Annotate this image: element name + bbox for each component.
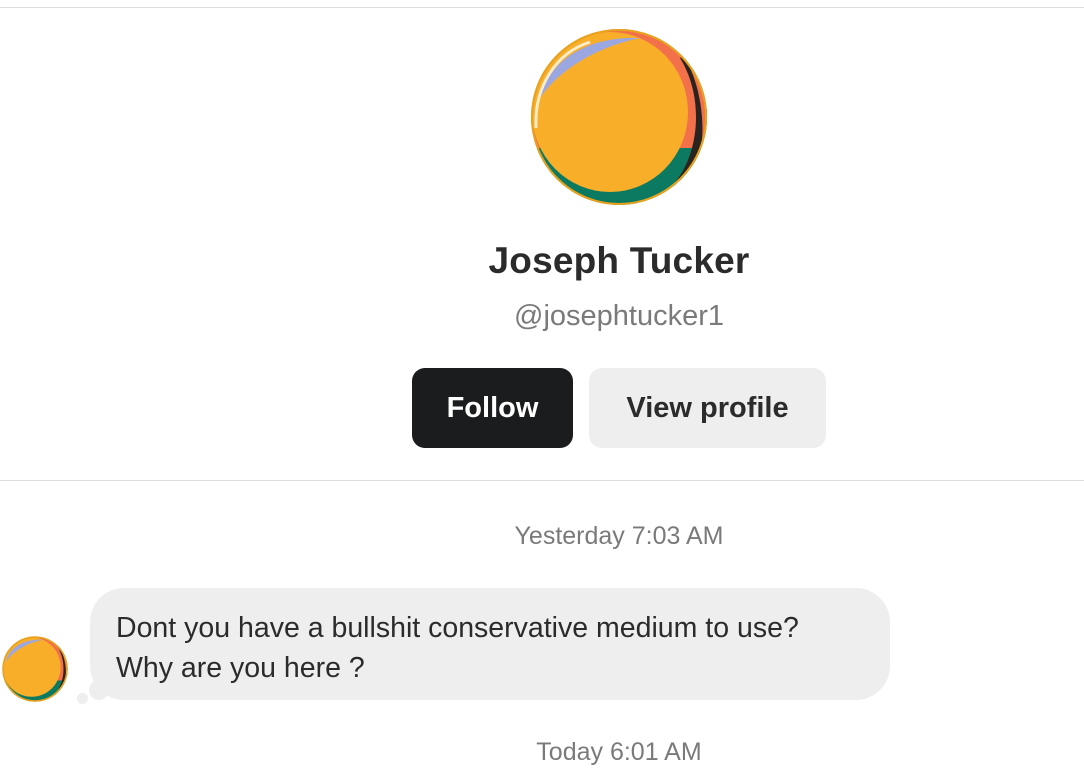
profile-avatar[interactable] xyxy=(530,28,708,206)
top-divider xyxy=(0,7,1084,8)
profile-name: Joseph Tucker xyxy=(488,240,750,281)
bubble-tail-dot xyxy=(77,693,88,704)
view-profile-button[interactable]: View profile xyxy=(589,368,826,448)
bubble-tail xyxy=(89,680,109,700)
message-bubble[interactable]: Dont you have a bullshit conservative me… xyxy=(90,588,890,700)
follow-button[interactable]: Follow xyxy=(412,368,573,448)
message-timestamp-today: Today 6:01 AM xyxy=(536,738,702,766)
sender-avatar[interactable] xyxy=(2,636,68,702)
section-divider xyxy=(0,480,1084,481)
message-line-2: Why are you here ? xyxy=(116,652,365,684)
orange-circle-avatar-icon xyxy=(531,29,707,205)
profile-handle: @josephtucker1 xyxy=(514,300,724,332)
message-line-1: Dont you have a bullshit conservative me… xyxy=(116,612,799,644)
message-timestamp: Yesterday 7:03 AM xyxy=(514,522,724,550)
orange-circle-avatar-icon xyxy=(2,636,68,702)
